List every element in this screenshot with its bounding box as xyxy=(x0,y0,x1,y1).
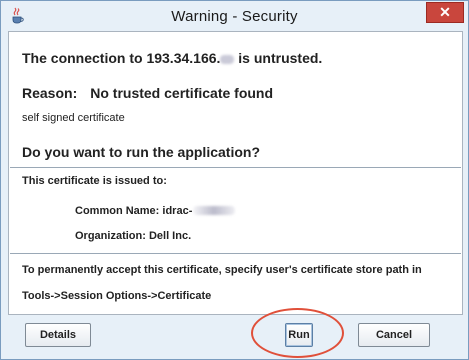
instruction-line-2: Tools->Session Options->Certificate xyxy=(22,290,212,302)
organization-row: Organization: Dell Inc. xyxy=(75,230,191,242)
instruction-line-1: To permanently accept this certificate, … xyxy=(22,264,422,276)
redacted-hostname xyxy=(193,206,236,215)
reason-line: Reason: No trusted certificate found xyxy=(22,85,273,101)
common-name-value: idrac- xyxy=(162,205,193,217)
connection-headline: The connection to 193.34.166. is untrust… xyxy=(22,50,322,66)
divider xyxy=(10,253,461,254)
security-warning-dialog: Warning - Security ✕ The connection to 1… xyxy=(0,0,469,360)
divider xyxy=(10,167,461,168)
java-cup-icon xyxy=(8,7,26,25)
redacted-ip-octet xyxy=(220,55,235,64)
organization-value: Dell Inc. xyxy=(148,230,192,242)
common-name-label: Common Name: xyxy=(75,205,160,217)
organization-label: Organization: xyxy=(75,230,146,242)
common-name-row: Common Name: idrac- xyxy=(75,205,236,217)
close-button[interactable]: ✕ xyxy=(426,2,464,23)
details-button[interactable]: Details xyxy=(25,323,91,347)
reason-label: Reason: xyxy=(22,85,78,101)
issued-to-label: This certificate is issued to: xyxy=(22,175,167,187)
dialog-content: The connection to 193.34.166. is untrust… xyxy=(8,31,463,315)
headline-prefix: The connection to 193.34.166. xyxy=(22,50,221,66)
headline-suffix: is untrusted. xyxy=(234,50,323,66)
run-question: Do you want to run the application? xyxy=(22,144,260,160)
run-button[interactable]: Run xyxy=(285,323,313,347)
window-title: Warning - Security xyxy=(171,7,298,25)
reason-detail: self signed certificate xyxy=(22,112,125,124)
title-bar[interactable]: Warning - Security ✕ xyxy=(1,1,468,31)
cancel-button[interactable]: Cancel xyxy=(358,323,430,347)
close-icon: ✕ xyxy=(439,4,451,20)
reason-text: No trusted certificate found xyxy=(90,85,274,101)
